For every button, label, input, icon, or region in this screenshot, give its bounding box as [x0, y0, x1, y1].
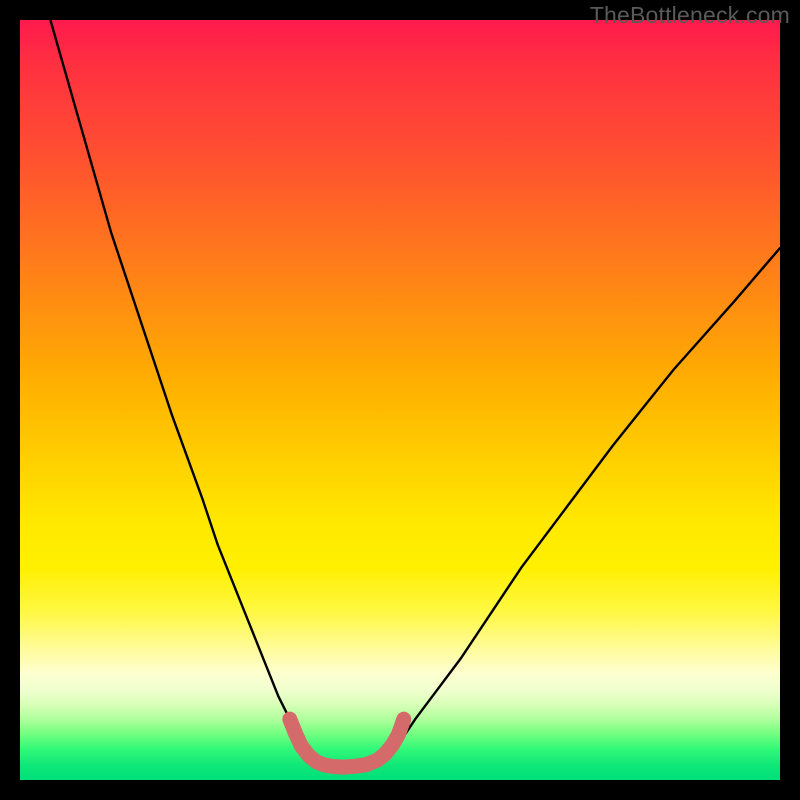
watermark-text: TheBottleneck.com: [590, 2, 790, 29]
left-curve-path: [50, 20, 312, 757]
valley-marker-path: [290, 719, 404, 767]
bottleneck-chart: [20, 20, 780, 780]
right-curve-path: [389, 248, 780, 757]
